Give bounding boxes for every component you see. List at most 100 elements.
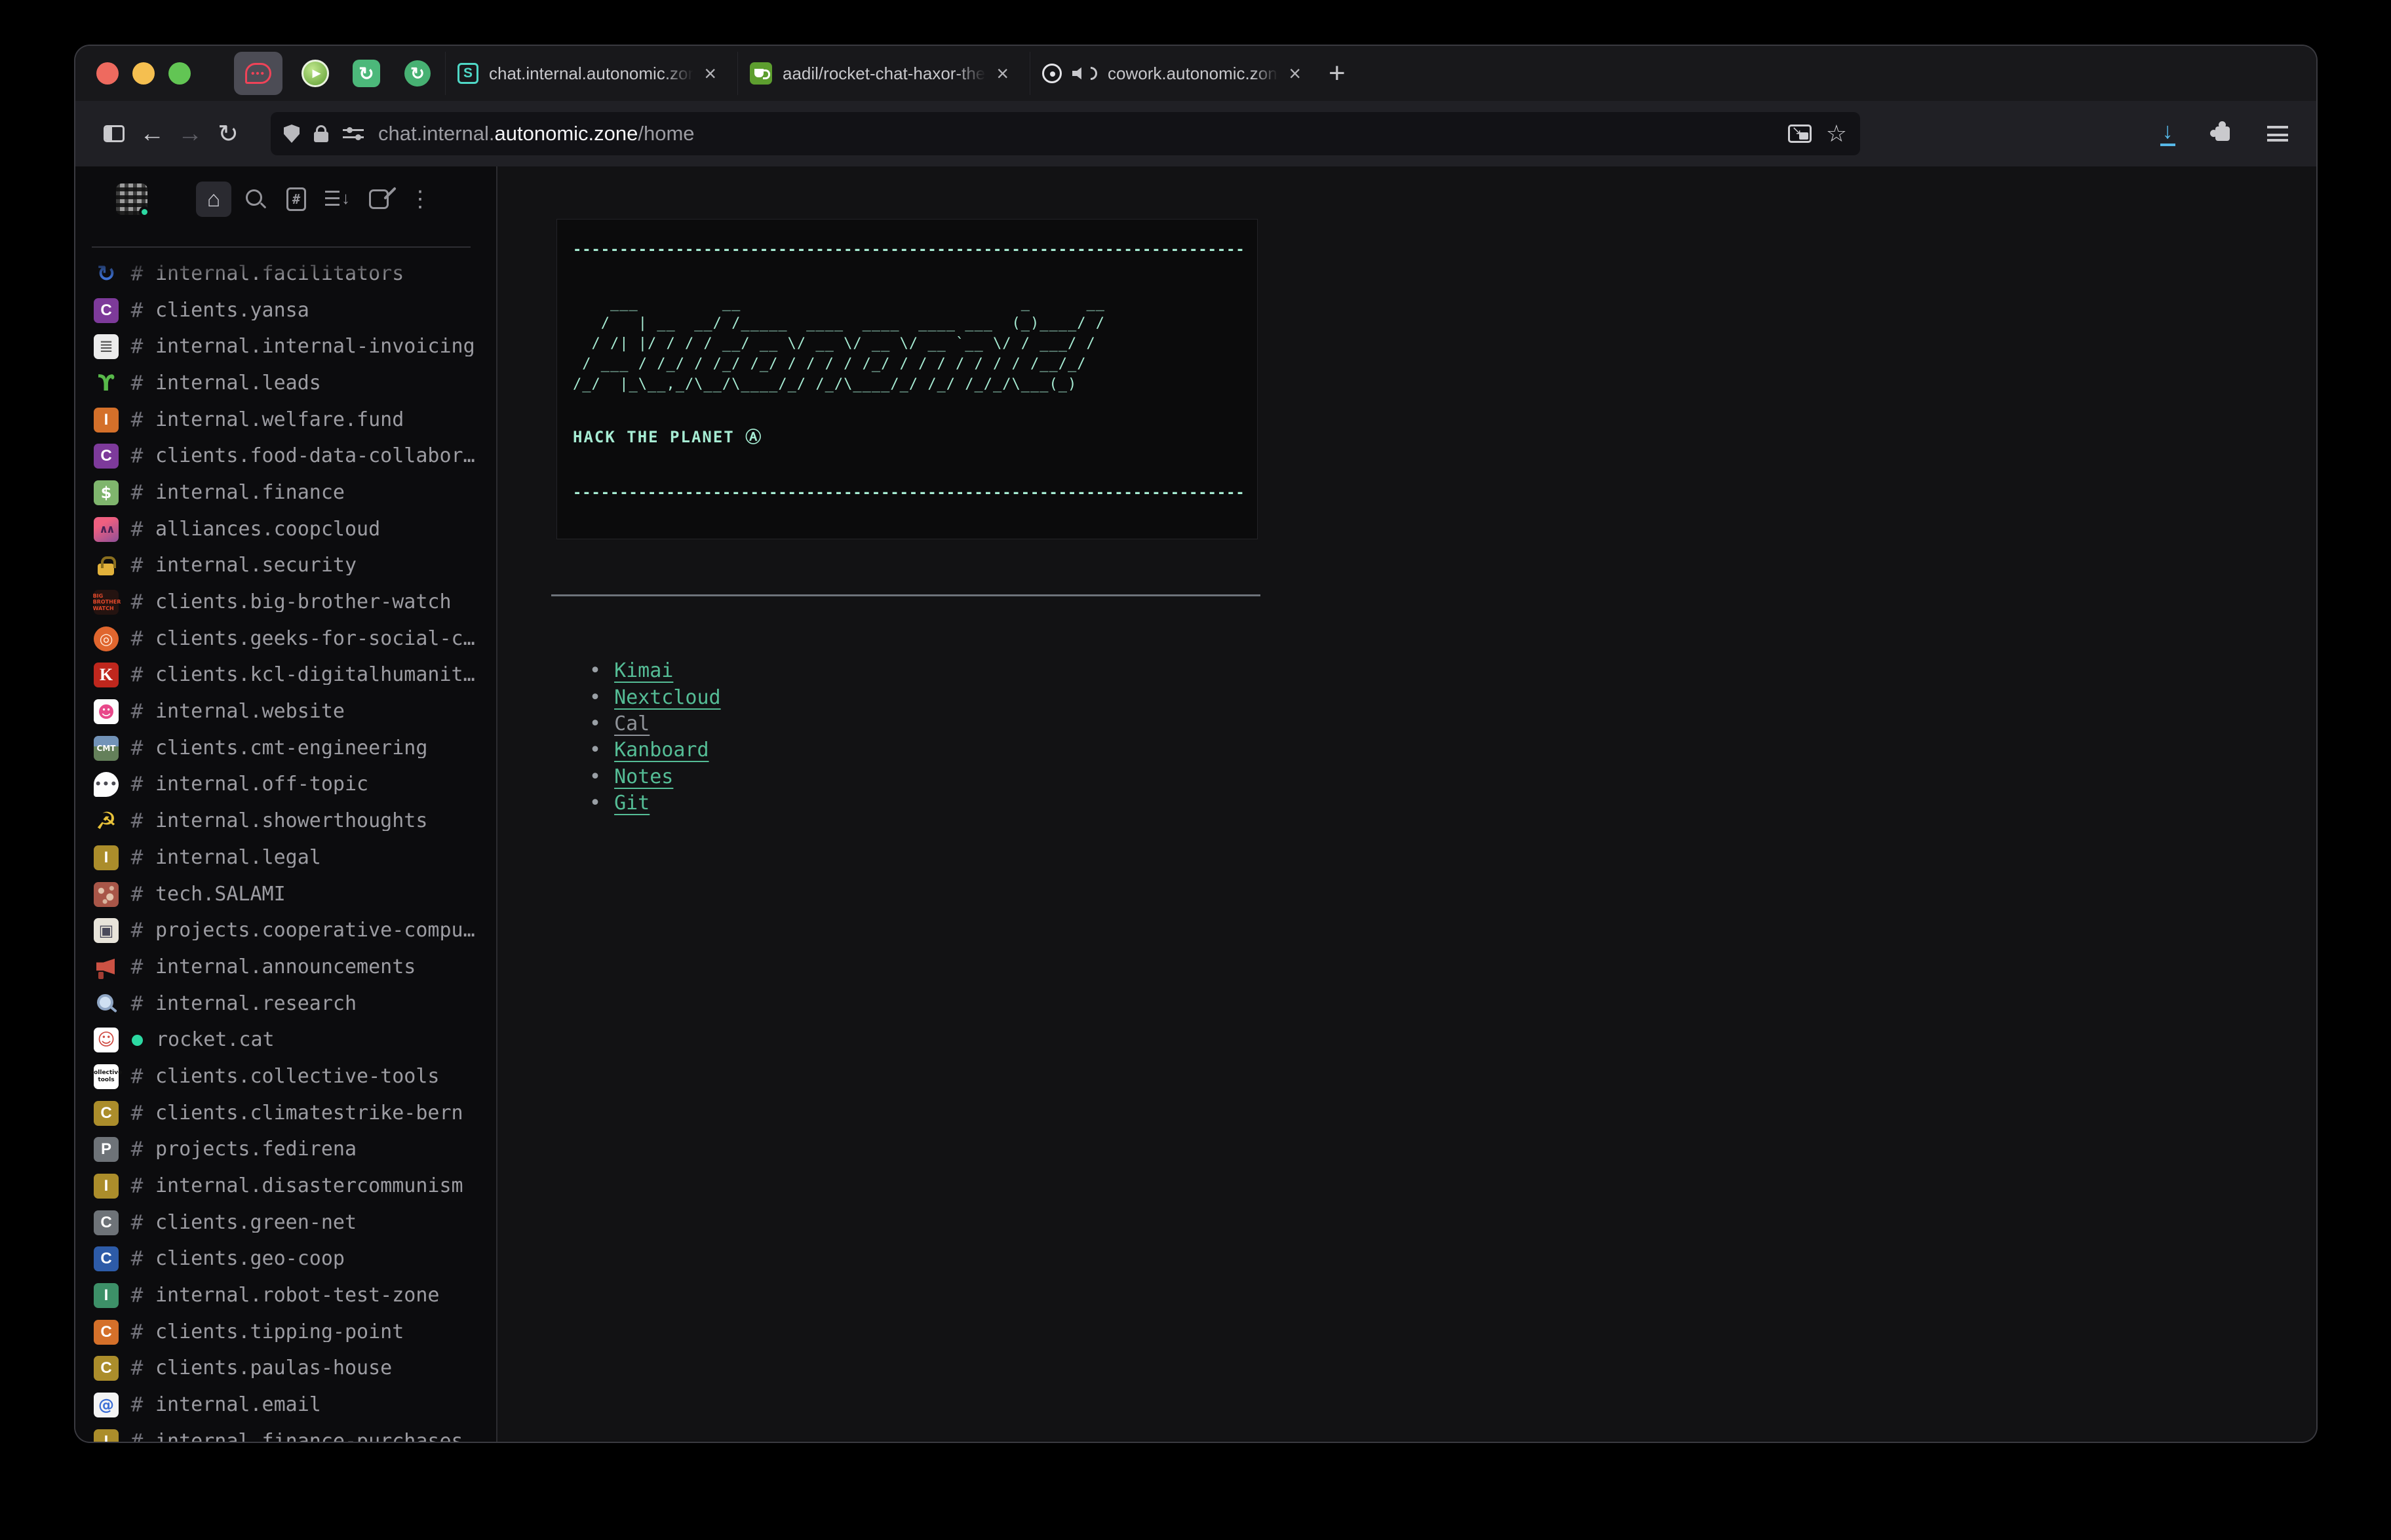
picture-in-picture-icon[interactable]: [1788, 125, 1812, 143]
channel-avatar-icon: K: [94, 663, 119, 687]
sidebar-toggle-button[interactable]: [95, 113, 133, 155]
channel-item-clients.collective-tools[interactable]: collective tools#clients.collective-tool…: [75, 1058, 496, 1095]
channel-item-clients.geo-coop[interactable]: C#clients.geo-coop: [75, 1241, 496, 1278]
directory-button[interactable]: #: [279, 182, 314, 217]
bullet: •: [589, 767, 601, 787]
hash-icon: #: [128, 590, 146, 614]
permissions-sliders-icon[interactable]: [343, 126, 364, 141]
channel-item-internal.facilitators[interactable]: ↻#internal.facilitators: [75, 256, 496, 292]
tracking-protection-shield-icon[interactable]: [284, 125, 300, 143]
new-tab-button[interactable]: +: [1329, 59, 1346, 88]
home-button[interactable]: ⌂: [196, 182, 231, 217]
close-tab-icon[interactable]: ×: [704, 63, 716, 84]
minimize-window-button[interactable]: [132, 62, 155, 85]
channel-item-internal.legal[interactable]: I#internal.legal: [75, 839, 496, 876]
https-lock-icon[interactable]: [314, 132, 328, 142]
close-tab-icon[interactable]: ×: [1289, 63, 1301, 84]
channel-avatar-icon: ∧∧: [94, 517, 119, 542]
hash-icon: #: [128, 809, 146, 833]
channel-item-internal.email[interactable]: @#internal.email: [75, 1387, 496, 1423]
channel-item-internal.leads[interactable]: ϒ#internal.leads: [75, 365, 496, 402]
channel-name: clients.geeks-for-social-c…: [155, 629, 475, 649]
channel-item-projects.cooperative-compu…[interactable]: ▣#projects.cooperative-compu…: [75, 912, 496, 949]
channel-name: clients.climatestrike-bern: [155, 1104, 463, 1123]
channel-item-internal.research[interactable]: #internal.research: [75, 986, 496, 1022]
channel-name: internal.research: [155, 994, 357, 1014]
channel-item-internal.finance[interactable]: $#internal.finance: [75, 474, 496, 511]
close-window-button[interactable]: [96, 62, 119, 85]
channel-name: internal.facilitators: [155, 264, 404, 284]
zoom-window-button[interactable]: [168, 62, 191, 85]
dm-item-rocket.cat[interactable]: ☺rocket.cat: [75, 1022, 496, 1058]
channel-item-internal.off-topic[interactable]: •••#internal.off-topic: [75, 767, 496, 803]
browser-window: ••• ▶ ↻ ↻ S chat.internal.autonomic.zone…: [75, 46, 2316, 1442]
link-cal[interactable]: Cal: [614, 714, 650, 734]
channel-name: internal.finance-purchases: [155, 1432, 463, 1442]
channel-avatar-icon: ϒ: [94, 371, 119, 396]
create-new-button[interactable]: [361, 182, 397, 217]
channel-item-internal.finance-purchases[interactable]: I#internal.finance-purchases: [75, 1423, 496, 1442]
channel-item-tech.SALAMI[interactable]: #tech.SALAMI: [75, 876, 496, 913]
tab-audio-speaker-icon[interactable]: [1072, 66, 1088, 81]
channel-item-clients.big-brother-watch[interactable]: BIG BROTHER WATCH#clients.big-brother-wa…: [75, 584, 496, 621]
hash-icon: #: [128, 444, 146, 468]
channel-item-internal.robot-test-zone[interactable]: I#internal.robot-test-zone: [75, 1277, 496, 1314]
channel-item-clients.kcl-digitalhumanit…[interactable]: K#clients.kcl-digitalhumanit…: [75, 657, 496, 694]
link-kimai[interactable]: Kimai: [614, 661, 673, 681]
link-kanboard[interactable]: Kanboard: [614, 741, 709, 760]
link-git[interactable]: Git: [614, 794, 650, 813]
tab-cowork-autonomic-zone[interactable]: cowork.autonomic.zone/ ×: [1030, 52, 1313, 95]
channel-item-clients.yansa[interactable]: C#clients.yansa: [75, 292, 496, 329]
channel-item-internal.showerthoughts[interactable]: ☭#internal.showerthoughts: [75, 803, 496, 839]
channel-avatar-icon: I: [94, 408, 119, 433]
dashed-line-bottom: ----------------------------------------…: [573, 485, 1241, 502]
link-notes[interactable]: Notes: [614, 767, 673, 787]
channel-item-clients.paulas-house[interactable]: C#clients.paulas-house: [75, 1351, 496, 1387]
channel-item-internal.disastercommunism[interactable]: I#internal.disastercommunism: [75, 1168, 496, 1204]
channel-item-alliances.coopcloud[interactable]: ∧∧#alliances.coopcloud: [75, 511, 496, 548]
channel-name: internal.email: [155, 1395, 321, 1415]
reload-button[interactable]: ↻: [209, 113, 247, 155]
hamburger-icon: [2267, 126, 2288, 142]
dashed-line-top: ----------------------------------------…: [573, 242, 1241, 259]
extensions-button[interactable]: [2204, 113, 2242, 155]
channel-avatar-icon: C: [94, 1210, 119, 1235]
channel-item-internal.internal-invoicing[interactable]: ≣#internal.internal-invoicing: [75, 328, 496, 365]
hash-icon: #: [128, 1102, 146, 1125]
channel-item-clients.cmt-engineering[interactable]: CMT#clients.cmt-engineering: [75, 730, 496, 767]
link-nextcloud[interactable]: Nextcloud: [614, 688, 721, 708]
tab-chat-internal-autonomic-zone[interactable]: S chat.internal.autonomic.zone - S ×: [445, 52, 728, 95]
channel-avatar-icon: BIG BROTHER WATCH: [94, 590, 119, 615]
channel-avatar-icon: I: [94, 1174, 119, 1199]
channel-item-clients.food-data-collabor…[interactable]: C#clients.food-data-collabor…: [75, 438, 496, 474]
back-button[interactable]: ←: [133, 113, 171, 155]
channel-item-clients.tipping-point[interactable]: C#clients.tipping-point: [75, 1314, 496, 1351]
channel-item-internal.welfare.fund[interactable]: I#internal.welfare.fund: [75, 402, 496, 438]
channel-item-clients.climatestrike-bern[interactable]: C#clients.climatestrike-bern: [75, 1095, 496, 1132]
sync-arrows-icon: ↻: [404, 60, 431, 87]
pinned-tab-play[interactable]: ▶: [297, 52, 334, 95]
channel-item-clients.green-net[interactable]: C#clients.green-net: [75, 1204, 496, 1241]
user-avatar[interactable]: [116, 183, 147, 215]
bookmark-star-icon[interactable]: ☆: [1826, 120, 1847, 147]
channel-item-clients.geeks-for-social-c…[interactable]: ◎#clients.geeks-for-social-c…: [75, 621, 496, 657]
pinned-tab-sync-circle[interactable]: ↻: [399, 52, 436, 95]
tab-rocket-chat-haxor-theme[interactable]: aadil/rocket-chat-haxor-theme - ×: [737, 52, 1021, 95]
forward-button[interactable]: →: [171, 113, 209, 155]
sort-button[interactable]: [320, 182, 355, 217]
url-bar[interactable]: chat.internal.autonomic.zone/home ☆: [271, 112, 1860, 155]
url-text: chat.internal.autonomic.zone/home: [378, 122, 1774, 145]
channel-item-projects.fedirena[interactable]: P#projects.fedirena: [75, 1132, 496, 1168]
search-button[interactable]: [237, 182, 273, 217]
pinned-tab-sync-square[interactable]: ↻: [348, 52, 385, 95]
pinned-tab-rocketchat-active[interactable]: •••: [234, 52, 282, 95]
close-tab-icon[interactable]: ×: [996, 63, 1009, 84]
app-menu-button[interactable]: [2259, 113, 2297, 155]
channel-item-internal.security[interactable]: #internal.security: [75, 548, 496, 585]
channel-item-internal.announcements[interactable]: #internal.announcements: [75, 949, 496, 986]
kebab-menu-button[interactable]: ⋮: [402, 182, 438, 217]
channel-name: internal.leads: [155, 374, 321, 393]
downloads-button[interactable]: ↓: [2148, 113, 2187, 155]
channel-item-internal.website[interactable]: ☻#internal.website: [75, 693, 496, 730]
toolbar-right-cluster: ↓: [2148, 113, 2297, 155]
